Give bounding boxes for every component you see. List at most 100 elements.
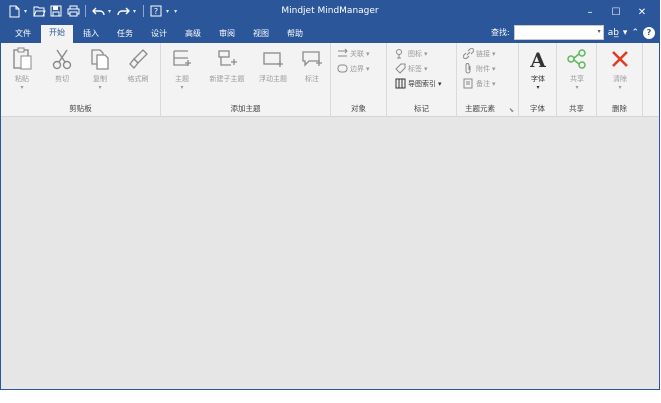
tab-task[interactable]: 任务 (109, 26, 141, 43)
paste-label: 粘贴 (15, 75, 29, 83)
objects-group: 关联 ▾ 边界 ▾ 对象 (331, 43, 387, 117)
svg-text:A: A (529, 48, 546, 70)
chevron-down-icon: ▾ (20, 84, 24, 91)
tab-view[interactable]: 视图 (245, 26, 277, 43)
markers-group: 图标 ▾ 标签 ▾ 导图索引 ▾ 标记 (387, 43, 457, 117)
notes-button[interactable]: 备注 ▾ (463, 78, 496, 89)
ribbon-options-icon[interactable]: ▾ (623, 28, 628, 38)
font-label: 字体 (531, 75, 545, 83)
search-input[interactable] (514, 26, 595, 39)
search-box[interactable]: ▾ (513, 25, 604, 40)
help-icon[interactable]: ? (643, 26, 655, 39)
tag-icon (395, 63, 406, 74)
topic-button[interactable]: 主题 ▾ (165, 47, 199, 91)
topic-label: 主题 (175, 75, 189, 83)
relationship-button[interactable]: 关联 ▾ (337, 48, 370, 59)
relationship-label: 关联 (350, 49, 364, 58)
chevron-down-icon: ▾ (366, 64, 370, 73)
callout-button[interactable]: 标注 (295, 47, 329, 84)
close-icon[interactable]: ✕ (629, 3, 655, 21)
scissors-icon (50, 47, 74, 71)
window-title: Mindjet MindManager (281, 6, 379, 16)
tab-insert[interactable]: 插入 (75, 26, 107, 43)
add-topic-group: 主题 ▾ 新建子主题 浮动主题 标注 添加主题 (161, 43, 331, 117)
chevron-down-icon: ▾ (438, 79, 442, 88)
share-label: 共享 (570, 75, 584, 83)
app-window: ▾ ▾ ▾ ? ▾ ▾ Mindjet MindManager – ☐ ✕ 文件… (0, 0, 660, 390)
cut-button[interactable]: 剪切 (45, 47, 79, 84)
subtopic-icon (215, 47, 239, 71)
notes-label: 备注 (476, 79, 490, 88)
font-group: A 字体 ▾ 字体 (519, 43, 557, 117)
chevron-down-icon: ▾ (180, 84, 184, 91)
share-button[interactable]: 共享 ▾ (560, 47, 594, 91)
tab-advanced[interactable]: 高级 (177, 26, 209, 43)
link-label: 链接 (476, 49, 490, 58)
map-index-icon (395, 78, 406, 89)
ribbon-home: 粘贴 ▾ 剪切 复制 ▾ 格式刷 剪贴板 主题 ▾ 新建子主题 浮动主题 标注 … (1, 43, 659, 117)
new-subtopic-button[interactable]: 新建子主题 (205, 47, 249, 84)
window-controls: – ☐ ✕ (577, 3, 655, 21)
clear-button[interactable]: 清除 ▾ (603, 47, 637, 91)
topic-icon (170, 47, 194, 71)
format-painter-button[interactable]: 格式刷 (121, 47, 155, 84)
tab-design[interactable]: 设计 (143, 26, 175, 43)
tags-button[interactable]: 标签 ▾ (395, 63, 428, 74)
dialog-launcher-icon[interactable]: ⬊ (509, 107, 514, 114)
relationship-icon (337, 48, 348, 59)
maximize-icon[interactable]: ☐ (603, 3, 629, 21)
copy-label: 复制 (93, 75, 107, 83)
font-icon: A (526, 47, 550, 71)
chevron-down-icon: ▾ (492, 64, 496, 73)
search-area: 查找: ▾ ab̲ ▾ ⌃ ? (491, 25, 655, 40)
chevron-down-icon: ▾ (618, 84, 622, 91)
map-index-button[interactable]: 导图索引 ▾ (395, 78, 442, 89)
copy-button[interactable]: 复制 ▾ (83, 47, 117, 91)
paste-button[interactable]: 粘贴 ▾ (5, 47, 39, 91)
floating-topic-button[interactable]: 浮动主题 (253, 47, 293, 84)
chevron-down-icon: ▾ (492, 79, 496, 88)
link-button[interactable]: 链接 ▾ (463, 48, 496, 59)
share-group: 共享 ▾ 共享 (557, 43, 597, 117)
new-subtopic-label: 新建子主题 (209, 75, 245, 83)
boundary-label: 边界 (350, 64, 364, 73)
notes-icon (463, 78, 474, 89)
brush-icon (126, 47, 150, 71)
delete-group-label: 删除 (612, 104, 627, 113)
attachment-label: 附件 (476, 64, 490, 73)
collapse-ribbon-icon[interactable]: ⌃ (631, 28, 639, 38)
icons-button[interactable]: 图标 ▾ (395, 48, 428, 59)
tab-file[interactable]: 文件 (7, 26, 39, 43)
clipboard-group: 粘贴 ▾ 剪切 复制 ▾ 格式刷 剪贴板 (1, 43, 161, 117)
clear-label: 清除 (613, 75, 627, 83)
add-topic-group-label: 添加主题 (230, 104, 261, 113)
objects-group-label: 对象 (351, 104, 366, 113)
delete-group: 清除 ▾ 删除 (597, 43, 643, 117)
tags-label: 标签 (408, 64, 422, 73)
map-canvas[interactable] (1, 118, 659, 389)
font-group-label: 字体 (530, 104, 545, 113)
chevron-down-icon: ▾ (424, 49, 428, 58)
font-button[interactable]: A 字体 ▾ (521, 47, 555, 91)
copy-icon (88, 47, 112, 71)
ribbon-tab-bar: 文件 开始 插入 任务 设计 高级 审阅 视图 帮助 查找: ▾ ab̲ ▾ ⌃… (1, 23, 659, 43)
tab-review[interactable]: 审阅 (211, 26, 243, 43)
search-label: 查找: (490, 28, 510, 37)
topic-elements-group: 链接 ▾ 附件 ▾ 备注 ▾ 主题元素 ⬊ (457, 43, 519, 117)
minimize-icon[interactable]: – (577, 3, 603, 21)
callout-label: 标注 (305, 75, 319, 83)
cut-label: 剪切 (55, 75, 69, 83)
chevron-down-icon: ▾ (98, 84, 102, 91)
tab-home[interactable]: 开始 (41, 25, 73, 43)
tab-help[interactable]: 帮助 (279, 26, 311, 43)
search-dropdown-icon[interactable]: ▾ (598, 28, 601, 35)
icons-icon (395, 48, 406, 59)
share-icon (565, 47, 589, 71)
attachment-button[interactable]: 附件 ▾ (463, 63, 496, 74)
clipboard-group-label: 剪贴板 (69, 104, 92, 113)
floating-topic-label: 浮动主题 (259, 75, 287, 83)
boundary-button[interactable]: 边界 ▾ (337, 63, 370, 74)
callout-icon (300, 47, 324, 71)
chevron-down-icon: ▾ (536, 84, 540, 91)
find-replace-icon[interactable]: ab̲ (608, 28, 619, 38)
